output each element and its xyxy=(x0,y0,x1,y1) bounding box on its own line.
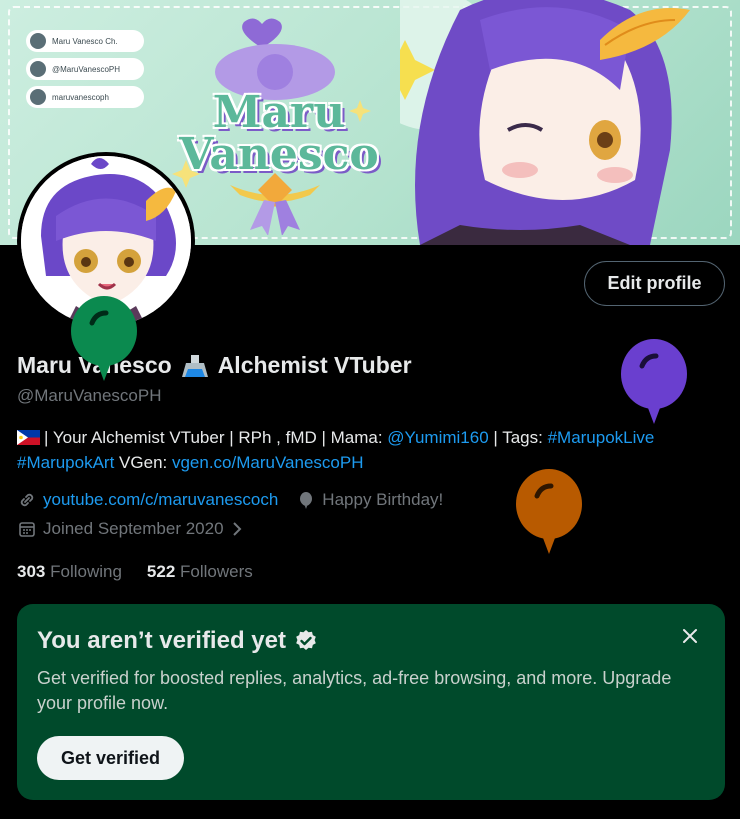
banner-social-card: Maru Vanesco Ch. @MaruVanescoPH maruvane… xyxy=(26,30,156,142)
verification-prompt-card: You aren’t verified yet Get verified for… xyxy=(17,604,725,800)
profile-bio: | Your Alchemist VTuber | RPh , fMD | Ma… xyxy=(17,425,732,475)
verified-badge-icon xyxy=(296,630,316,650)
banner-social-tiktok: maruvanescoph xyxy=(26,86,144,108)
get-verified-button[interactable]: Get verified xyxy=(37,736,184,780)
bio-mention-link[interactable]: @Yumimi160 xyxy=(387,428,488,447)
banner-social-label: maruvanescoph xyxy=(52,92,109,102)
bio-vgen-link[interactable]: vgen.co/MaruVanescoPH xyxy=(172,453,364,472)
verification-description: Get verified for boosted replies, analyt… xyxy=(37,668,672,713)
banner-social-label: @MaruVanescoPH xyxy=(52,64,120,74)
logo-line: Maru xyxy=(212,87,346,138)
display-name-text: Alchemist VTuber xyxy=(217,352,412,378)
balloon-icon xyxy=(300,492,313,509)
logo-line: Vanesco xyxy=(179,129,379,180)
close-icon[interactable] xyxy=(678,624,702,648)
profile-meta-row[interactable]: Joined September 2020 xyxy=(17,519,244,539)
youtube-icon xyxy=(30,33,46,49)
link-icon xyxy=(20,493,34,507)
following-label: Following xyxy=(50,562,122,581)
verification-title: You aren’t verified yet xyxy=(37,627,318,655)
calendar-icon xyxy=(19,522,35,537)
following-count: 303 xyxy=(17,562,46,581)
birthday-balloon-purple xyxy=(621,339,687,424)
banner-character-art xyxy=(400,0,690,245)
birthday-balloon-green xyxy=(71,296,137,381)
edit-profile-button[interactable]: Edit profile xyxy=(584,261,725,306)
bio-text: VGen: xyxy=(114,453,172,472)
philippines-flag-icon xyxy=(17,430,40,445)
tiktok-icon xyxy=(30,89,46,105)
follow-stats: 303 Following 522 Followers xyxy=(17,562,278,582)
banner-social-youtube: Maru Vanesco Ch. xyxy=(26,30,144,52)
profile-meta-row: youtube.com/c/maruvanescoch Happy Birthd… xyxy=(17,490,443,510)
banner-logo: Maru Vanesco xyxy=(160,10,390,236)
banner-social-twitter: @MaruVanescoPH xyxy=(26,58,144,80)
website-link[interactable]: youtube.com/c/maruvanescoch xyxy=(43,490,278,510)
chevron-right-icon xyxy=(232,522,241,536)
birthday-text: Happy Birthday! xyxy=(322,490,444,509)
birthday-balloon-orange xyxy=(516,469,582,554)
followers-label: Followers xyxy=(180,562,253,581)
followers-link[interactable]: 522 Followers xyxy=(147,562,253,582)
twitter-icon xyxy=(30,61,46,77)
following-link[interactable]: 303 Following xyxy=(17,562,122,582)
joined-date: Joined September 2020 xyxy=(43,519,224,538)
bio-text: | Tags: xyxy=(488,428,548,447)
profile-handle: @MaruVanescoPH xyxy=(17,386,162,405)
bio-hashtag-link[interactable]: #MarupokArt xyxy=(17,453,114,472)
followers-count: 522 xyxy=(146,562,176,581)
banner-social-label: Maru Vanesco Ch. xyxy=(52,36,118,46)
logo-wordmark: Maru Vanesco xyxy=(174,87,384,180)
alembic-emoji-icon xyxy=(181,354,208,377)
bio-hashtag-link[interactable]: #MarupokLive xyxy=(548,428,655,447)
verification-title-text: You aren’t verified yet xyxy=(37,627,286,654)
bio-text: | Your Alchemist VTuber | RPh , fMD | Ma… xyxy=(44,428,388,447)
